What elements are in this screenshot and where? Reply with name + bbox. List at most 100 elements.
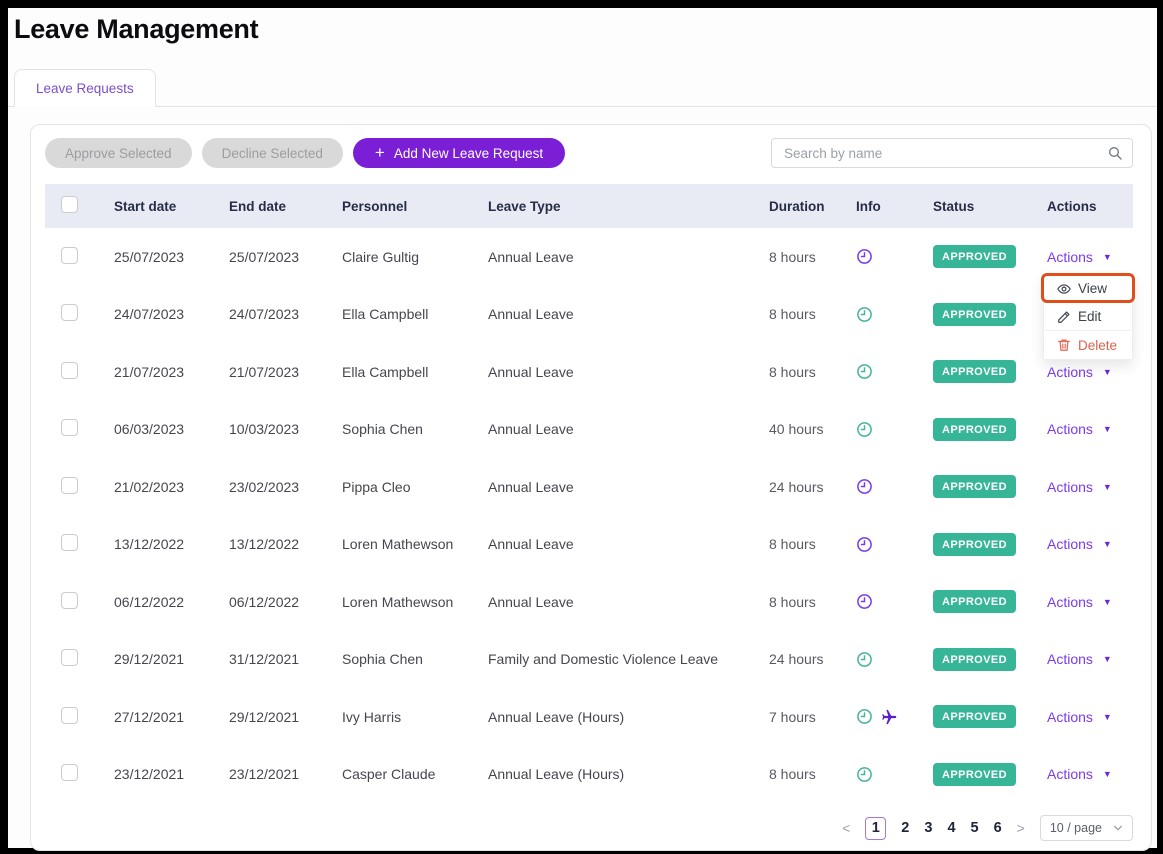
tab-bar: Leave Requests	[8, 68, 1157, 107]
cell-start-date: 06/12/2022	[114, 594, 229, 610]
table-row: 23/12/202123/12/2021Casper ClaudeAnnual …	[45, 746, 1133, 804]
cell-info	[856, 478, 933, 495]
dropdown-arrow-icon: ▼	[1103, 252, 1112, 262]
cell-status: APPROVED	[933, 705, 1047, 728]
cell-start-date: 13/12/2022	[114, 536, 229, 552]
row-checkbox[interactable]	[61, 534, 78, 551]
row-checkbox[interactable]	[61, 707, 78, 724]
cell-duration: 8 hours	[769, 306, 856, 322]
column-header-end-date: End date	[229, 199, 342, 214]
menu-item-label: View	[1078, 281, 1107, 296]
row-checkbox[interactable]	[61, 419, 78, 436]
pencil-icon	[1057, 310, 1071, 324]
row-actions-dropdown[interactable]: Actions▼	[1047, 364, 1112, 380]
chevron-down-icon	[1113, 823, 1123, 833]
row-actions-dropdown[interactable]: Actions▼	[1047, 421, 1112, 437]
row-actions-dropdown[interactable]: Actions ▼	[1047, 249, 1112, 265]
row-actions-dropdown[interactable]: Actions▼	[1047, 709, 1112, 725]
search-input[interactable]	[771, 138, 1133, 168]
cell-duration: 8 hours	[769, 594, 856, 610]
search-icon	[1107, 145, 1123, 161]
dropdown-arrow-icon: ▼	[1103, 654, 1112, 664]
cell-end-date: 29/12/2021	[229, 709, 342, 725]
dropdown-arrow-icon: ▼	[1103, 597, 1112, 607]
page-size-select[interactable]: 10 / page	[1040, 815, 1133, 841]
pagination-page-4[interactable]: 4	[947, 820, 955, 836]
cell-leave-type: Family and Domestic Violence Leave	[488, 651, 769, 667]
status-badge: APPROVED	[933, 418, 1016, 441]
clock-icon[interactable]	[856, 478, 873, 495]
dropdown-arrow-icon: ▼	[1103, 424, 1112, 434]
cell-leave-type: Annual Leave	[488, 306, 769, 322]
actions-dropdown-menu: View EditDelete	[1043, 274, 1133, 360]
cell-status: APPROVED	[933, 245, 1047, 268]
clock-icon[interactable]	[856, 766, 873, 783]
menu-item-edit[interactable]: Edit	[1044, 303, 1132, 331]
clock-icon[interactable]	[856, 593, 873, 610]
page-size-value: 10 / page	[1050, 821, 1102, 835]
pagination-page-2[interactable]: 2	[901, 820, 909, 836]
cell-leave-type: Annual Leave	[488, 249, 769, 265]
column-header-status: Status	[933, 199, 1047, 214]
row-checkbox[interactable]	[61, 764, 78, 781]
menu-item-view[interactable]: View	[1044, 275, 1132, 303]
table-header-row: Start date End date Personnel Leave Type…	[45, 184, 1133, 228]
cell-actions: Actions▼	[1047, 651, 1133, 667]
clock-icon[interactable]	[856, 651, 873, 668]
row-checkbox[interactable]	[61, 362, 78, 379]
clock-icon[interactable]	[856, 363, 873, 380]
cell-start-date: 21/07/2023	[114, 364, 229, 380]
decline-selected-button[interactable]: Decline Selected	[202, 138, 343, 168]
actions-label: Actions	[1047, 249, 1093, 265]
dropdown-arrow-icon: ▼	[1103, 769, 1112, 779]
column-header-personnel: Personnel	[342, 199, 488, 214]
row-checkbox[interactable]	[61, 592, 78, 609]
approve-selected-button[interactable]: Approve Selected	[45, 138, 192, 168]
cell-personnel: Sophia Chen	[342, 421, 488, 437]
row-checkbox[interactable]	[61, 247, 78, 264]
select-all-checkbox[interactable]	[61, 196, 78, 213]
row-actions-dropdown[interactable]: Actions▼	[1047, 536, 1112, 552]
pagination-page-1[interactable]: 1	[865, 817, 886, 840]
cell-end-date: 06/12/2022	[229, 594, 342, 610]
table-row: 06/03/202310/03/2023Sophia ChenAnnual Le…	[45, 401, 1133, 459]
table-row: 27/12/202129/12/2021Ivy HarrisAnnual Lea…	[45, 688, 1133, 746]
cell-leave-type: Annual Leave	[488, 536, 769, 552]
plane-icon[interactable]	[880, 708, 898, 726]
pagination-next[interactable]: >	[1017, 820, 1025, 836]
cell-end-date: 21/07/2023	[229, 364, 342, 380]
pagination-prev[interactable]: <	[842, 820, 850, 836]
cell-end-date: 10/03/2023	[229, 421, 342, 437]
row-checkbox[interactable]	[61, 304, 78, 321]
pagination-page-3[interactable]: 3	[924, 820, 932, 836]
row-checkbox[interactable]	[61, 649, 78, 666]
cell-end-date: 13/12/2022	[229, 536, 342, 552]
pagination-page-6[interactable]: 6	[994, 820, 1002, 836]
clock-icon[interactable]	[856, 421, 873, 438]
row-actions-dropdown[interactable]: Actions▼	[1047, 766, 1112, 782]
clock-icon[interactable]	[856, 306, 873, 323]
cell-info	[856, 363, 933, 380]
cell-duration: 40 hours	[769, 421, 856, 437]
toolbar: Approve Selected Decline Selected + Add …	[31, 125, 1151, 168]
row-actions-dropdown[interactable]: Actions▼	[1047, 594, 1112, 610]
cell-end-date: 23/02/2023	[229, 479, 342, 495]
status-badge: APPROVED	[933, 245, 1016, 268]
cell-duration: 8 hours	[769, 364, 856, 380]
cell-duration: 8 hours	[769, 536, 856, 552]
row-actions-dropdown[interactable]: Actions▼	[1047, 651, 1112, 667]
status-badge: APPROVED	[933, 475, 1016, 498]
clock-icon[interactable]	[856, 248, 873, 265]
clock-icon[interactable]	[856, 708, 873, 725]
table-row: 21/07/202321/07/2023Ella CampbellAnnual …	[45, 343, 1133, 401]
clock-icon[interactable]	[856, 536, 873, 553]
pagination-page-5[interactable]: 5	[971, 820, 979, 836]
cell-leave-type: Annual Leave	[488, 479, 769, 495]
menu-item-delete[interactable]: Delete	[1044, 331, 1132, 359]
row-checkbox[interactable]	[61, 477, 78, 494]
add-new-leave-request-button[interactable]: + Add New Leave Request	[353, 138, 565, 168]
cell-personnel: Pippa Cleo	[342, 479, 488, 495]
tab-leave-requests[interactable]: Leave Requests	[14, 69, 156, 107]
row-actions-dropdown[interactable]: Actions▼	[1047, 479, 1112, 495]
cell-duration: 24 hours	[769, 651, 856, 667]
